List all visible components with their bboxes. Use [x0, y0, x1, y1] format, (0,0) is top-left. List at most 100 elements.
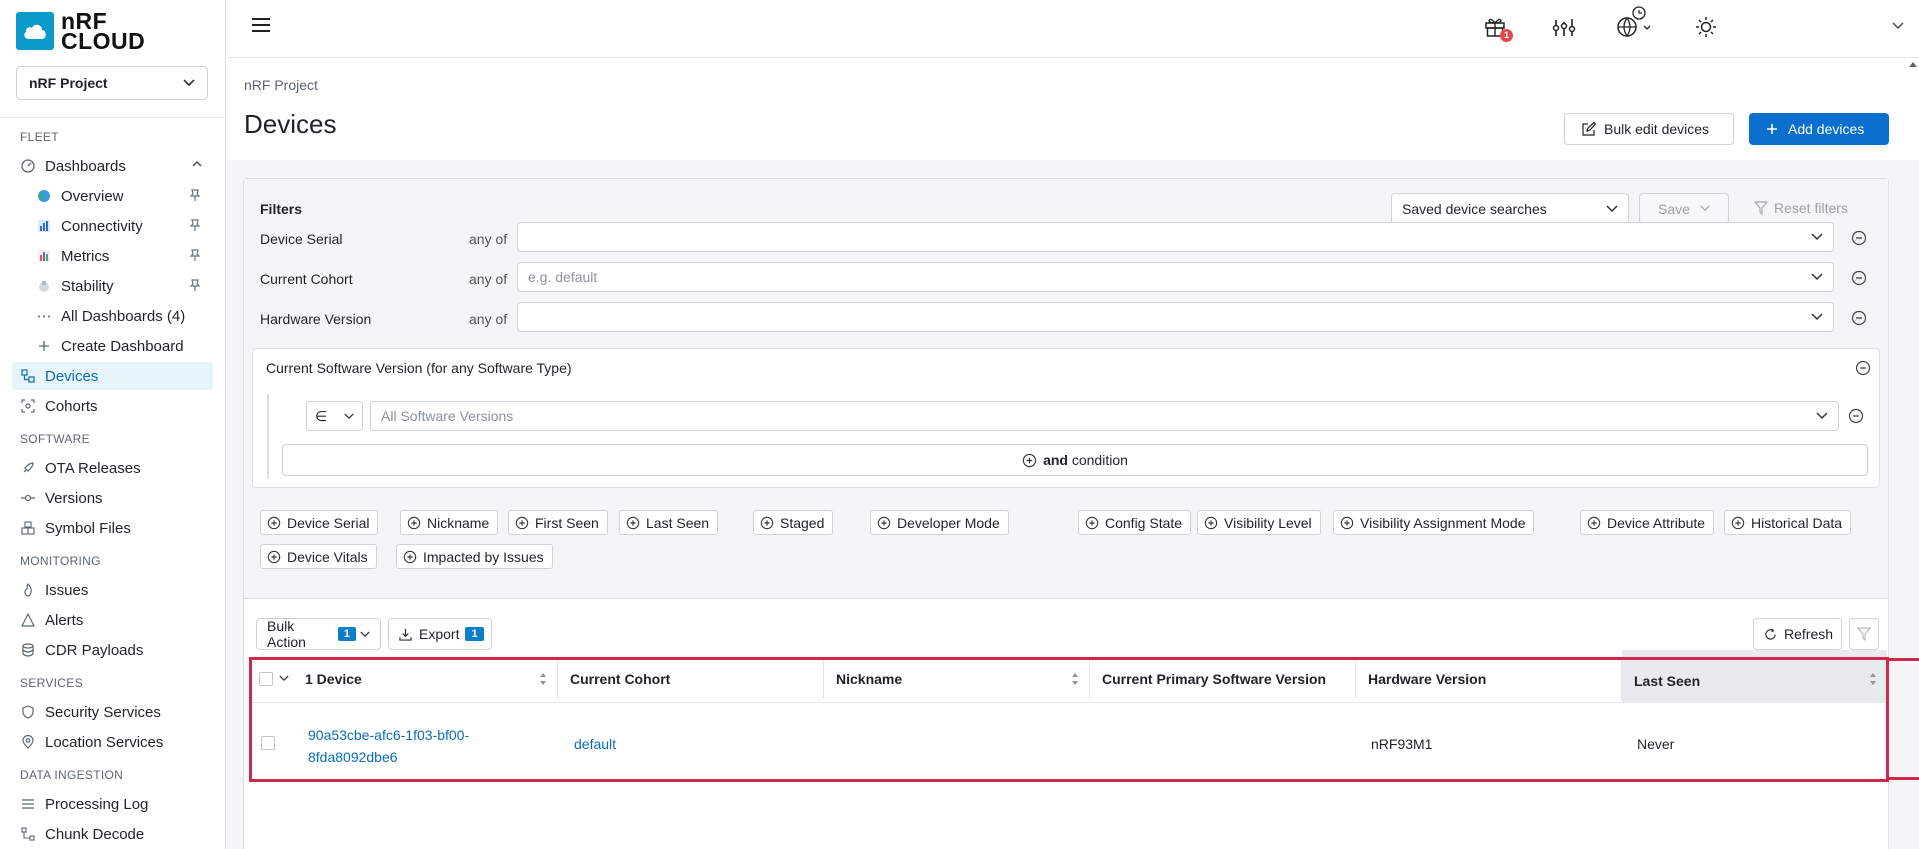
add-filter-chip[interactable]: Device Vitals: [260, 544, 377, 569]
plus-circle-icon: [1022, 453, 1037, 468]
table-header-row: 1 Device Current Cohort Nickname Current…: [251, 650, 1887, 703]
add-filter-chip[interactable]: Developer Mode: [870, 510, 1009, 535]
chip-label: Device Serial: [287, 514, 370, 531]
sun-icon[interactable]: [1695, 16, 1717, 38]
pin-icon[interactable]: [189, 218, 201, 232]
sidebar-item-issues[interactable]: Issues: [12, 576, 213, 604]
chevron-up-icon[interactable]: [191, 158, 203, 170]
table-row[interactable]: 90a53cbe-afc6-1f03-bf00- 8fda8092dbe6 de…: [251, 703, 1887, 783]
row-checkbox[interactable]: [261, 736, 275, 750]
add-filter-chip[interactable]: Device Serial: [260, 510, 379, 535]
operator-select[interactable]: ∈: [306, 401, 363, 431]
device-serial-input[interactable]: [517, 222, 1834, 252]
sidebar-item-stability[interactable]: Stability: [28, 272, 213, 300]
column-header-software[interactable]: Current Primary Software Version: [1090, 658, 1356, 699]
add-filter-chip[interactable]: Device Attribute: [1580, 510, 1715, 535]
add-filter-chip[interactable]: Visibility Level: [1197, 510, 1321, 535]
remove-filter-icon[interactable]: [1851, 270, 1867, 286]
column-header-last-seen[interactable]: Last Seen: [1622, 650, 1887, 703]
column-header-device[interactable]: 1 Device: [251, 658, 558, 699]
sidebar-item-alerts[interactable]: Alerts: [12, 606, 213, 634]
hardware-version-input[interactable]: [517, 302, 1834, 332]
sidebar-item-processing-log[interactable]: Processing Log: [12, 790, 213, 818]
add-filter-chip[interactable]: Impacted by Issues: [396, 544, 553, 569]
saved-searches-select[interactable]: Saved device searches: [1391, 193, 1629, 224]
pin-icon[interactable]: [189, 278, 201, 292]
sort-icon[interactable]: [1071, 672, 1079, 686]
remove-filter-icon[interactable]: [1855, 360, 1871, 376]
gift-icon[interactable]: 1: [1484, 16, 1513, 42]
add-filter-chip[interactable]: Visibility Assignment Mode: [1333, 510, 1535, 535]
logo-text: nRF CLOUD: [61, 10, 145, 53]
sidebar-item-dashboards[interactable]: Dashboards: [12, 152, 213, 180]
breadcrumb[interactable]: nRF Project: [244, 77, 318, 93]
remove-filter-icon[interactable]: [1851, 230, 1867, 246]
sidebar-item-metrics[interactable]: Metrics: [28, 242, 213, 270]
column-header-nickname[interactable]: Nickname: [824, 658, 1090, 699]
reset-filters-button[interactable]: Reset filters: [1754, 200, 1848, 216]
bulk-action-button[interactable]: Bulk Action 1: [256, 618, 381, 650]
sidebar-item-create-dashboard[interactable]: Create Dashboard: [28, 332, 213, 360]
sidebar-item-connectivity[interactable]: Connectivity: [28, 212, 213, 240]
software-versions-select[interactable]: All Software Versions: [370, 401, 1839, 431]
add-filter-chip[interactable]: Last Seen: [619, 510, 719, 535]
chevron-down-icon: [344, 413, 354, 420]
save-button[interactable]: Save: [1639, 193, 1729, 224]
device-serial-link[interactable]: 90a53cbe-afc6-1f03-bf00- 8fda8092dbe6: [308, 724, 469, 768]
pin-icon[interactable]: [189, 188, 201, 202]
scroll-up-arrow-icon[interactable]: [1908, 60, 1918, 68]
sidebar-item-ota-releases[interactable]: OTA Releases: [12, 454, 213, 482]
chip-label: Config State: [1105, 514, 1183, 531]
sidebar-item-location-services[interactable]: Location Services: [12, 728, 213, 756]
chevron-down-icon[interactable]: [279, 675, 289, 682]
sort-icon[interactable]: [539, 672, 547, 686]
sidebar-item-all-dashboards[interactable]: ⋯ All Dashboards (4): [28, 302, 213, 330]
chip-label: Visibility Level: [1224, 514, 1312, 531]
export-button[interactable]: Export 1: [388, 618, 492, 650]
sidebar-item-label: OTA Releases: [45, 459, 141, 477]
decode-icon: [20, 826, 36, 842]
sidebar-item-devices[interactable]: Devices: [12, 362, 213, 390]
chip-label: Developer Mode: [897, 514, 1000, 531]
column-header-cohort[interactable]: Current Cohort: [558, 658, 824, 699]
sidebar-item-cohorts[interactable]: Cohorts: [12, 392, 213, 420]
export-label: Export: [419, 626, 460, 642]
column-header-hardware[interactable]: Hardware Version: [1356, 658, 1622, 699]
add-and-condition-button[interactable]: and condition: [282, 444, 1868, 476]
cohort-link[interactable]: default: [574, 736, 616, 752]
sidebar-item-versions[interactable]: Versions: [12, 484, 213, 512]
add-filter-chip[interactable]: Nickname: [400, 510, 499, 535]
remove-condition-icon[interactable]: [1848, 408, 1864, 424]
pin-icon[interactable]: [189, 248, 201, 262]
globe-clock-icon[interactable]: [1615, 6, 1655, 38]
add-filter-chip[interactable]: Config State: [1078, 510, 1192, 535]
sidebar-item-chunk-decode[interactable]: Chunk Decode: [12, 820, 213, 848]
chart-icon[interactable]: [1552, 16, 1576, 38]
add-filter-chip[interactable]: Historical Data: [1724, 510, 1852, 535]
menu-icon[interactable]: [251, 17, 271, 33]
column-filter-button[interactable]: [1849, 618, 1879, 650]
sidebar-item-security-services[interactable]: Security Services: [12, 698, 213, 726]
select-all-checkbox[interactable]: [259, 671, 273, 686]
nrf-cloud-logo[interactable]: nRF CLOUD: [16, 10, 145, 53]
project-selector[interactable]: nRF Project: [16, 66, 208, 100]
sidebar-item-overview[interactable]: Overview: [28, 182, 213, 210]
plus-circle-icon: [1340, 516, 1354, 530]
save-label: Save: [1658, 200, 1690, 217]
header-label: Hardware Version: [1368, 670, 1487, 687]
sort-icon[interactable]: [1869, 672, 1877, 686]
condition-label: condition: [1067, 452, 1128, 468]
sidebar-item-symbol-files[interactable]: Symbol Files: [12, 514, 213, 542]
refresh-button[interactable]: Refresh: [1753, 618, 1842, 650]
reset-filters-label: Reset filters: [1774, 200, 1848, 216]
sidebar-item-cdr-payloads[interactable]: CDR Payloads: [12, 636, 213, 664]
remove-filter-icon[interactable]: [1851, 310, 1867, 326]
current-cohort-input[interactable]: e.g. default: [517, 262, 1834, 292]
add-devices-button[interactable]: Add devices: [1749, 113, 1889, 145]
add-filter-chip[interactable]: Staged: [753, 510, 834, 535]
account-chevron-down-icon[interactable]: [1892, 22, 1904, 30]
chip-label: Device Attribute: [1607, 514, 1706, 531]
filter-label-current-cohort: Current Cohort: [260, 271, 353, 287]
bulk-edit-devices-button[interactable]: Bulk edit devices: [1564, 113, 1734, 145]
add-filter-chip[interactable]: First Seen: [508, 510, 608, 535]
